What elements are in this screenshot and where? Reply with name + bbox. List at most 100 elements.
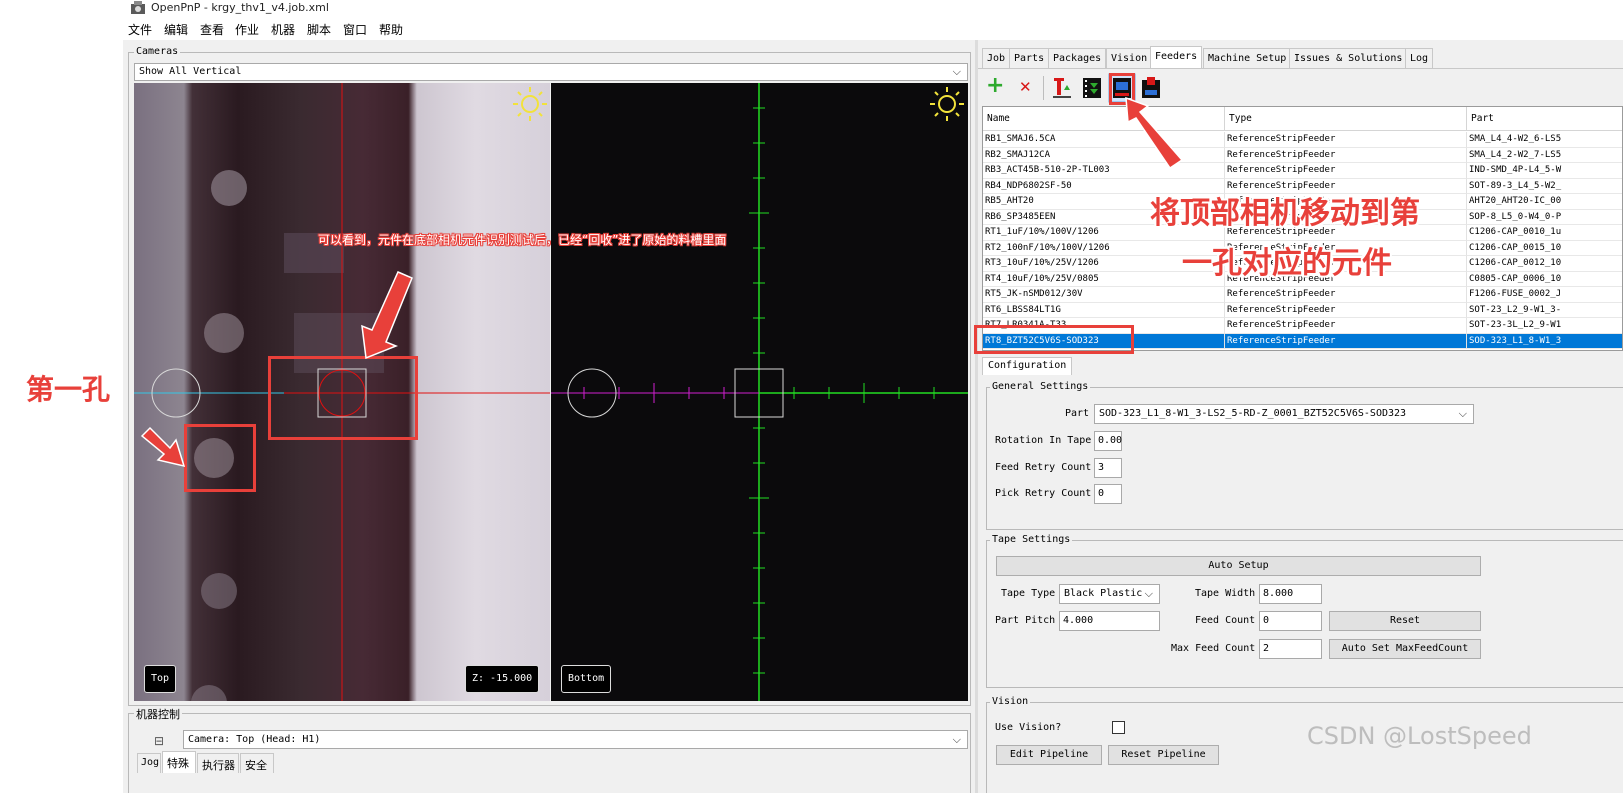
pick-retry-count-input[interactable]: 0 bbox=[1094, 484, 1122, 504]
chevron-down-icon: ⌵ bbox=[952, 65, 961, 78]
reset-feed-count-button[interactable]: Reset bbox=[1329, 611, 1481, 631]
tape-type-select[interactable]: Black Plastic ⌵ bbox=[1059, 584, 1160, 604]
feeder-name-cell: RB2_SMAJ12CA bbox=[983, 147, 1225, 163]
tab-log[interactable]: Log bbox=[1405, 48, 1434, 68]
feeder-toolbar: + ✕ bbox=[982, 72, 1623, 104]
machine-control-title: 机器控制 bbox=[134, 706, 182, 722]
title-bar: OpenPnP - krgy_thv1_v4.job.xml bbox=[0, 0, 1623, 18]
feeder-name-cell: RB3_ACT45B-510-2P-TL003 bbox=[983, 163, 1225, 179]
camera-layout-value: Show All Vertical bbox=[139, 66, 242, 77]
menu-edit[interactable]: 编辑 bbox=[164, 21, 188, 38]
feeder-part-cell: SOP-8_L5_0-W4_0-P bbox=[1467, 210, 1622, 225]
tab-parts[interactable]: Parts bbox=[1009, 48, 1050, 68]
feeder-type-cell: ReferenceStripFeeder bbox=[1225, 302, 1467, 318]
tab-special[interactable]: 特殊 bbox=[162, 751, 196, 773]
feeder-name-cell: RT5_JK-nSMD012/30V bbox=[983, 287, 1225, 303]
tape-width-label: Tape Width bbox=[1195, 588, 1256, 599]
pick-feeder-icon[interactable] bbox=[1051, 76, 1073, 100]
tape-type-label: Tape Type bbox=[1001, 588, 1056, 599]
bottom-camera-badge: Bottom bbox=[561, 665, 612, 693]
annotation-box-first-hole bbox=[184, 424, 256, 492]
auto-set-max-feed-count-button[interactable]: Auto Set MaxFeedCount bbox=[1329, 639, 1481, 659]
feed-count-input[interactable]: 0 bbox=[1259, 611, 1322, 631]
plus-icon[interactable]: + bbox=[986, 73, 1004, 99]
column-header-part[interactable]: Part bbox=[1467, 107, 1622, 131]
table-row[interactable]: RB2_SMAJ12CA ReferenceStripFeeder SMA_L4_2… bbox=[983, 147, 1622, 163]
tab-packages[interactable]: Packages bbox=[1048, 48, 1107, 68]
part-pitch-label: Part Pitch bbox=[995, 615, 1056, 626]
table-row[interactable]: RT5_JK-nSMD012/30V ReferenceStripFeeder F1… bbox=[983, 287, 1622, 303]
menu-view[interactable]: 查看 bbox=[200, 21, 224, 38]
general-settings-title: General Settings bbox=[990, 381, 1091, 392]
tab-machine-setup[interactable]: Machine Setup bbox=[1203, 48, 1292, 68]
chevron-down-icon: ⌵ bbox=[1144, 587, 1153, 600]
rotation-in-tape-input[interactable]: 0.00 bbox=[1094, 431, 1122, 451]
chevron-down-icon: ⌵ bbox=[1458, 407, 1467, 420]
chevron-down-icon: ⌵ bbox=[952, 733, 961, 746]
part-pitch-input[interactable]: 4.000 bbox=[1059, 611, 1160, 631]
sun-icon[interactable] bbox=[928, 85, 966, 123]
feeder-part-cell: SOT-89-3_L4_5-W2_ bbox=[1467, 179, 1622, 194]
openpnp-logo-icon bbox=[131, 1, 145, 14]
menu-machine[interactable]: 机器 bbox=[271, 21, 295, 38]
feeder-part-cell: AHT20_AHT20-IC_00 bbox=[1467, 194, 1622, 210]
tab-job[interactable]: Job bbox=[982, 48, 1011, 68]
menu-file[interactable]: 文件 bbox=[128, 21, 152, 38]
menu-bar: 文件 编辑 查看 作业 机器 脚本 窗口 帮助 bbox=[0, 18, 1623, 40]
feeder-name-cell: RT6_LBSS84LT1G bbox=[983, 302, 1225, 318]
max-feed-count-input[interactable]: 2 bbox=[1259, 639, 1322, 659]
z-position-badge: Z: -15.000 bbox=[465, 665, 540, 693]
column-header-name[interactable]: Name bbox=[983, 107, 1225, 131]
feeder-type-cell: ReferenceStripFeeder bbox=[1225, 333, 1467, 349]
annotation-move-camera-line1: 将顶部相机移动到第 bbox=[1150, 196, 1420, 231]
feeder-part-cell: IND-SMD_4P-L4_5-W bbox=[1467, 163, 1622, 179]
delete-x-icon[interactable]: ✕ bbox=[1019, 77, 1032, 97]
feed-retry-count-input[interactable]: 3 bbox=[1094, 458, 1122, 478]
tab-issues-solutions[interactable]: Issues & Solutions bbox=[1289, 48, 1408, 68]
tab-configuration[interactable]: Configuration bbox=[982, 357, 1073, 375]
bottom-camera-view[interactable]: Bottom bbox=[551, 83, 968, 701]
tab-vision[interactable]: Vision bbox=[1106, 48, 1153, 68]
csdn-watermark: CSDN @LostSpeed bbox=[1307, 722, 1532, 750]
table-row[interactable]: RB3_ACT45B-510-2P-TL003 ReferenceStripFee… bbox=[983, 163, 1622, 179]
menu-job[interactable]: 作业 bbox=[235, 21, 259, 38]
menu-scripts[interactable]: 脚本 bbox=[307, 21, 331, 38]
tab-jog[interactable]: Jog bbox=[137, 753, 161, 773]
feeder-part-cell: C0805-CAP_0006_10 bbox=[1467, 272, 1622, 287]
tab-actuators[interactable]: 执行器 bbox=[197, 753, 239, 773]
menu-help[interactable]: 帮助 bbox=[379, 21, 403, 38]
feeder-type-cell: ReferenceStripFeeder bbox=[1225, 163, 1467, 179]
use-vision-checkbox[interactable] bbox=[1112, 721, 1125, 734]
sun-icon[interactable] bbox=[511, 85, 549, 123]
feeder-part-cell: SMA_L4_2-W2_7-LS5 bbox=[1467, 148, 1622, 163]
camera-head-select[interactable]: Camera: Top (Head: H1) ⌵ bbox=[183, 730, 968, 749]
column-header-type[interactable]: Type bbox=[1225, 107, 1467, 131]
auto-setup-button[interactable]: Auto Setup bbox=[996, 556, 1481, 576]
table-row[interactable]: RT6_LBSS84LT1G ReferenceStripFeeder SOT-23… bbox=[983, 302, 1622, 318]
toolbar-separator bbox=[1043, 76, 1044, 100]
feeder-part-cell: C1206-CAP_0012_10 bbox=[1467, 256, 1622, 272]
menu-window[interactable]: 窗口 bbox=[343, 21, 367, 38]
camera-head-value: Camera: Top (Head: H1) bbox=[188, 734, 321, 745]
reset-pipeline-button[interactable]: Reset Pipeline bbox=[1108, 745, 1219, 765]
collapse-icon[interactable]: ⊟ bbox=[154, 734, 164, 748]
annotation-recycled-note: 可以看到，元件在底部相机元件识别测试后，已经“回收”进了原始的料槽里面 bbox=[318, 233, 727, 247]
tape-width-input[interactable]: 8.000 bbox=[1259, 584, 1322, 604]
feeder-name-cell: RB1_SMAJ6.5CA bbox=[983, 132, 1225, 148]
part-select[interactable]: SOD-323_L1_8-W1_3-LS2_5-RD-Z_0001_BZT52C… bbox=[1094, 404, 1474, 424]
pick-retry-count-label: Pick Retry Count bbox=[995, 488, 1092, 499]
table-row[interactable]: RB1_SMAJ6.5CA ReferenceStripFeeder SMA_L4_… bbox=[983, 132, 1622, 148]
tape-settings-title: Tape Settings bbox=[990, 534, 1073, 545]
max-feed-count-label: Max Feed Count bbox=[1171, 643, 1256, 654]
camera-layout-select[interactable]: Show All Vertical ⌵ bbox=[134, 63, 968, 81]
tab-safety[interactable]: 安全 bbox=[240, 753, 274, 773]
feed-icon[interactable] bbox=[1081, 76, 1103, 100]
part-select-value: SOD-323_L1_8-W1_3-LS2_5-RD-Z_0001_BZT52C… bbox=[1099, 408, 1407, 419]
part-label: Part bbox=[1065, 408, 1090, 419]
cameras-group-title: Cameras bbox=[134, 46, 181, 57]
move-tool-to-feeder-icon[interactable] bbox=[1140, 76, 1162, 100]
edit-pipeline-button[interactable]: Edit Pipeline bbox=[996, 745, 1102, 765]
tab-feeders[interactable]: Feeders bbox=[1150, 46, 1203, 69]
feeder-type-cell: ReferenceStripFeeder bbox=[1225, 287, 1467, 303]
annotation-box-selected-feeder bbox=[974, 325, 1134, 354]
